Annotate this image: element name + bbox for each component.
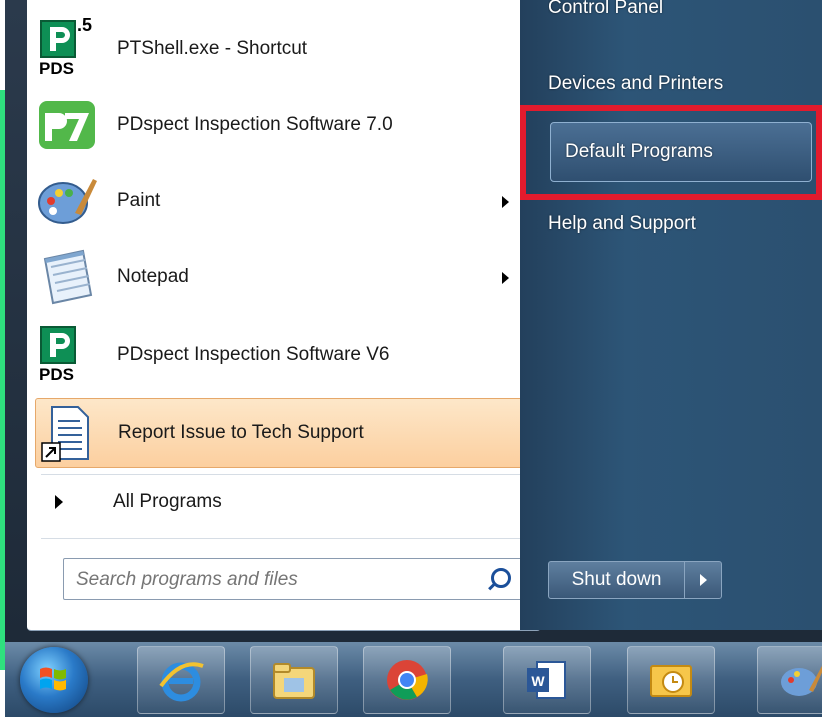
program-label: PDspect Inspection Software V6	[117, 344, 390, 365]
word-icon: W	[527, 661, 566, 699]
submenu-arrow-icon[interactable]	[502, 272, 509, 284]
document-shortcut-icon	[36, 401, 100, 465]
pds-badge-top: .5	[77, 15, 93, 35]
start-menu: .5 PDS PTShell.exe - Shortcut PDspect In…	[5, 0, 822, 642]
taskbar-file-explorer[interactable]	[250, 646, 338, 714]
windows-logo-icon	[40, 667, 66, 691]
devices-and-printers-link[interactable]: Devices and Printers	[548, 58, 818, 110]
taskbar-outlook[interactable]	[627, 646, 715, 714]
program-item-report-issue[interactable]: Report Issue to Tech Support	[35, 398, 523, 468]
taskbar-chrome[interactable]	[363, 646, 451, 714]
internet-explorer-icon	[159, 662, 204, 702]
search-icon[interactable]	[491, 568, 511, 588]
taskbar: W	[5, 642, 822, 717]
paint-icon	[781, 665, 822, 696]
all-programs-label: All Programs	[113, 491, 222, 512]
start-button[interactable]	[20, 647, 88, 713]
help-and-support-label: Help and Support	[548, 213, 696, 234]
program-item-pdspect-7[interactable]: PDspect Inspection Software 7.0	[35, 92, 521, 158]
programs-pane: .5 PDS PTShell.exe - Shortcut PDspect In…	[27, 0, 541, 631]
pds-icon: PDS	[35, 323, 99, 387]
pds-badge-bottom: PDS	[39, 59, 74, 78]
program-item-pdspect-v6[interactable]: PDS PDspect Inspection Software V6	[35, 322, 521, 388]
devices-and-printers-label: Devices and Printers	[548, 73, 724, 94]
program-item-ptshell[interactable]: .5 PDS PTShell.exe - Shortcut	[35, 15, 521, 82]
pds-5-icon: .5 PDS	[35, 15, 99, 81]
divider	[41, 538, 521, 539]
shutdown-options-button[interactable]	[685, 562, 721, 598]
submenu-arrow-icon[interactable]	[502, 196, 509, 208]
search-input[interactable]	[74, 568, 468, 592]
program-item-paint[interactable]: Paint	[35, 168, 521, 234]
shutdown-button[interactable]: Shut down	[548, 561, 722, 599]
notepad-icon	[35, 245, 99, 309]
expand-arrow-icon	[55, 495, 63, 509]
program-item-notepad[interactable]: Notepad	[35, 244, 521, 310]
shutdown-label: Shut down	[549, 562, 685, 598]
help-and-support-link[interactable]: Help and Support	[548, 198, 818, 250]
paint-palette-icon	[35, 169, 99, 233]
all-programs-button[interactable]: All Programs	[35, 470, 521, 534]
highlight-box	[520, 105, 822, 200]
taskbar-word[interactable]: W	[503, 646, 591, 714]
taskbar-internet-explorer[interactable]	[137, 646, 225, 714]
control-panel-label: Control Panel	[548, 0, 664, 18]
program-label: PDspect Inspection Software 7.0	[117, 114, 393, 135]
file-explorer-icon	[273, 663, 315, 699]
program-label: PTShell.exe - Shortcut	[117, 38, 308, 59]
program-label: Notepad	[117, 266, 189, 287]
pds-badge-bottom: PDS	[39, 365, 74, 384]
control-panel-link[interactable]: Control Panel	[548, 0, 818, 26]
chrome-icon	[387, 660, 428, 700]
svg-text:W: W	[531, 673, 545, 689]
taskbar-paint[interactable]	[757, 646, 822, 714]
search-box[interactable]	[63, 558, 522, 600]
chevron-right-icon	[699, 574, 707, 586]
program-label: Report Issue to Tech Support	[118, 422, 364, 443]
right-pane: Control Panel Devices and Printers Defau…	[520, 0, 822, 630]
outlook-icon	[650, 665, 692, 697]
pdspect-7-icon	[35, 93, 99, 157]
program-label: Paint	[117, 190, 161, 211]
